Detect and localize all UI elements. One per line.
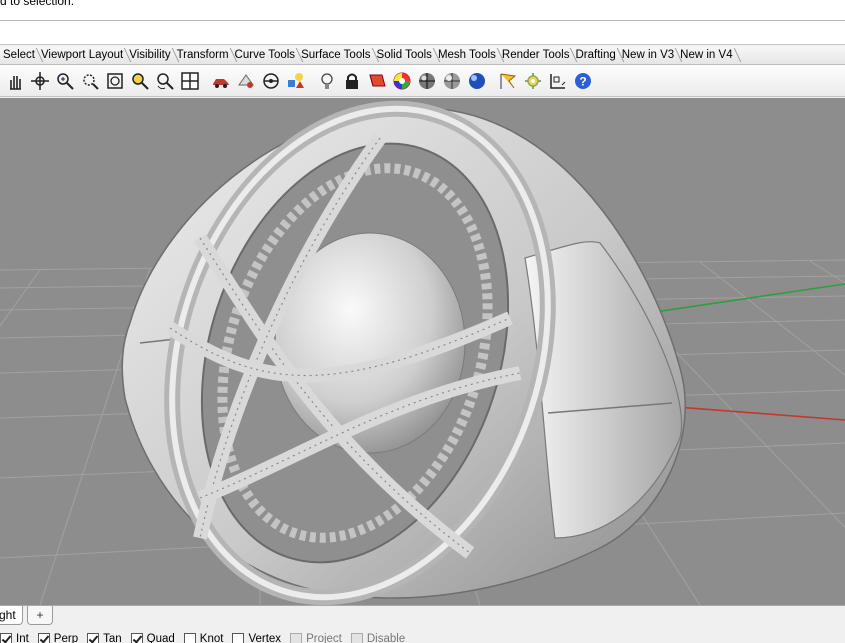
svg-text:?: ? xyxy=(579,74,586,88)
blue-sphere-icon xyxy=(469,72,485,89)
blue-sphere-button[interactable] xyxy=(466,70,488,92)
tab-visibility[interactable]: Visibility xyxy=(126,47,173,63)
lock-button[interactable] xyxy=(341,70,363,92)
properties-button[interactable] xyxy=(235,70,257,92)
osnap-checkbox[interactable] xyxy=(37,633,50,643)
osnap-label: Quad xyxy=(146,633,175,643)
hide-button[interactable] xyxy=(366,70,388,92)
color-wheel-icon xyxy=(393,72,411,89)
osnap-vertex[interactable]: Vertex xyxy=(232,633,281,643)
zoom-dynamic-button[interactable] xyxy=(54,70,76,92)
osnap-int[interactable]: Int xyxy=(0,633,29,643)
tab-curve-tools[interactable]: Curve Tools xyxy=(232,47,299,63)
command-input[interactable] xyxy=(0,20,845,21)
tab-render-tools[interactable]: Render Tools xyxy=(499,47,573,63)
layer-shapes-icon xyxy=(288,72,304,88)
rotate-view-button[interactable] xyxy=(29,70,51,92)
gear-options-icon xyxy=(525,72,541,89)
zoom-extents-button[interactable] xyxy=(104,70,126,92)
osnap-bar: Int Perp Tan Quad Knot Vertex Project Disable xyxy=(0,629,845,643)
osnap-checkbox[interactable] xyxy=(232,633,245,643)
shaded-sphere-icon xyxy=(419,72,435,89)
tab-drafting[interactable]: Drafting xyxy=(572,47,618,63)
rotate-camera-icon xyxy=(157,72,174,90)
tab-solid-tools[interactable]: Solid Tools xyxy=(374,47,435,63)
pan-hand-icon xyxy=(10,75,21,90)
rotate-view-icon xyxy=(31,71,49,90)
osnap-label: Disable xyxy=(366,633,406,643)
tab-viewport-layout[interactable]: Viewport Layout xyxy=(38,47,126,63)
properties-icon xyxy=(238,73,254,88)
tab-transform[interactable]: Transform xyxy=(174,47,232,63)
grid-snap-icon xyxy=(550,73,566,89)
gear-options-button[interactable] xyxy=(522,70,544,92)
lightbulb-icon xyxy=(321,72,333,89)
tab-mesh-tools[interactable]: Mesh Tools xyxy=(435,47,499,63)
osnap-label: Project xyxy=(306,633,342,643)
zoom-window-icon xyxy=(83,73,99,90)
viewport-tabs: ght + xyxy=(0,605,845,628)
flag-icon xyxy=(500,73,517,89)
osnap-label: Vertex xyxy=(248,633,282,643)
add-viewport-tab-button[interactable]: + xyxy=(27,606,53,625)
four-viewports-icon xyxy=(181,71,199,90)
lock-icon xyxy=(346,73,358,89)
osnap-label: Tan xyxy=(103,633,122,643)
osnap-checkbox[interactable] xyxy=(350,633,363,643)
osnap-knot[interactable]: Knot xyxy=(183,633,224,643)
rendered-sphere-icon xyxy=(444,72,460,89)
zoom-dynamic-icon xyxy=(57,72,74,90)
command-area: d to selection. xyxy=(0,0,845,45)
osnap-checkbox[interactable] xyxy=(290,633,303,643)
zoom-extents-icon xyxy=(107,72,123,89)
osnap-label: Perp xyxy=(53,633,79,643)
osnap-disable[interactable]: Disable xyxy=(350,633,406,643)
layer-shapes-button[interactable] xyxy=(285,70,307,92)
car-render-button[interactable] xyxy=(210,70,232,92)
osnap-project[interactable]: Project xyxy=(290,633,342,643)
perspective-viewport[interactable] xyxy=(0,98,845,605)
clipping-plane-icon xyxy=(263,72,279,89)
viewport-tab-right[interactable]: ght xyxy=(0,606,23,625)
osnap-checkbox[interactable] xyxy=(87,633,100,643)
help-icon: ? xyxy=(575,72,591,89)
grid-snap-button[interactable] xyxy=(547,70,569,92)
osnap-tan[interactable]: Tan xyxy=(87,633,122,643)
zoom-selected-button[interactable] xyxy=(129,70,151,92)
color-wheel-button[interactable] xyxy=(391,70,413,92)
car-render-icon xyxy=(213,78,229,88)
toolbar-tabs: Select Viewport Layout Visibility Transform… xyxy=(0,46,845,65)
help-button[interactable]: ? xyxy=(572,70,594,92)
osnap-label: Int xyxy=(16,633,29,643)
tab-select[interactable]: Select xyxy=(0,47,38,63)
osnap-label: Knot xyxy=(199,633,224,643)
clipping-plane-button[interactable] xyxy=(260,70,282,92)
osnap-checkbox[interactable] xyxy=(130,633,143,643)
osnap-checkbox[interactable] xyxy=(0,633,12,643)
hide-icon xyxy=(369,74,386,86)
rotate-camera-button[interactable] xyxy=(154,70,176,92)
zoom-selected-icon xyxy=(132,72,149,90)
tab-new-in-v3[interactable]: New in V3 xyxy=(619,47,677,63)
lightbulb-button[interactable] xyxy=(316,70,338,92)
tab-new-in-v4[interactable]: New in V4 xyxy=(677,47,735,63)
command-history-text: d to selection. xyxy=(0,0,75,8)
zoom-window-button[interactable] xyxy=(79,70,101,92)
standard-toolbar: ? xyxy=(0,65,845,97)
shaded-sphere-button[interactable] xyxy=(416,70,438,92)
tab-surface-tools[interactable]: Surface Tools xyxy=(298,47,373,63)
flag-button[interactable] xyxy=(497,70,519,92)
pan-hand-button[interactable] xyxy=(4,70,26,92)
osnap-checkbox[interactable] xyxy=(183,633,196,643)
osnap-quad[interactable]: Quad xyxy=(130,633,175,643)
rendered-sphere-button[interactable] xyxy=(441,70,463,92)
osnap-perp[interactable]: Perp xyxy=(37,633,79,643)
four-viewports-button[interactable] xyxy=(179,70,201,92)
